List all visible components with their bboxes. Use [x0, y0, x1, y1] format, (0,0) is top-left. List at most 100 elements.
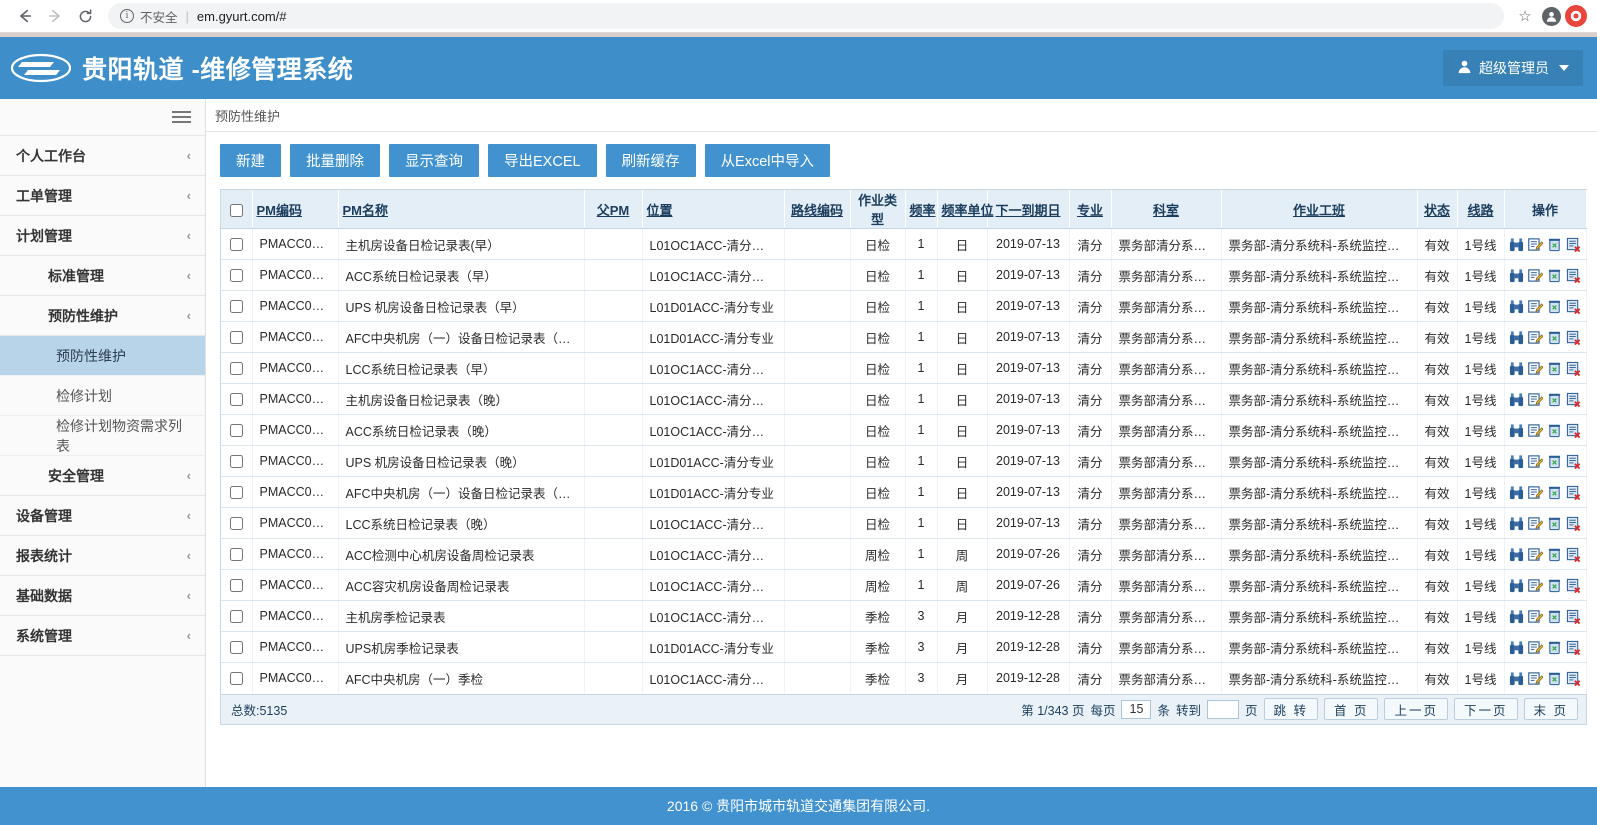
view-binoculars-icon[interactable]: [1509, 454, 1524, 469]
sidebar-item-9[interactable]: 设备管理 ‹: [0, 496, 205, 536]
column-header-team[interactable]: 作业工班: [1221, 190, 1418, 229]
column-header-pm_name[interactable]: PM名称: [338, 190, 585, 229]
remove-record-icon[interactable]: [1566, 578, 1581, 593]
row-select-checkbox[interactable]: [229, 238, 243, 252]
prev-page-button[interactable]: 上一页: [1384, 698, 1448, 720]
remove-record-icon[interactable]: [1566, 547, 1581, 562]
view-binoculars-icon[interactable]: [1509, 640, 1524, 655]
column-header-due_date[interactable]: 下一到期日: [987, 190, 1070, 229]
cell-check[interactable]: [221, 414, 253, 446]
last-page-button[interactable]: 末 页: [1523, 698, 1578, 720]
forward-arrow-icon[interactable]: [40, 2, 70, 30]
back-arrow-icon[interactable]: [10, 2, 40, 30]
row-select-checkbox[interactable]: [229, 362, 243, 376]
column-header-line_code[interactable]: 路线编码: [784, 190, 851, 229]
table-row[interactable]: PMACC0014 UPS机房季检记录表 L01D01ACC-清分专业 季检 3 月 201…: [221, 631, 1587, 663]
table-row[interactable]: PMACC0010 LCC系统日检记录表（晚） L01OC1ACC-清分专业 日检 1 日…: [221, 507, 1587, 539]
column-header-label[interactable]: PM名称: [343, 203, 389, 218]
edit-form-icon[interactable]: [1528, 547, 1543, 562]
row-select-checkbox[interactable]: [229, 517, 243, 531]
view-binoculars-icon[interactable]: [1509, 423, 1524, 438]
view-binoculars-icon[interactable]: [1509, 578, 1524, 593]
column-header-label[interactable]: 频率: [910, 203, 936, 218]
select-all-checkbox[interactable]: [229, 203, 243, 217]
table-row[interactable]: PMACC0006 主机房设备日检记录表（晚） L01OC1ACC-清分专业 日检 1 日…: [221, 383, 1587, 415]
sidebar-item-10[interactable]: 报表统计 ‹: [0, 536, 205, 576]
sidebar-item-7[interactable]: 检修计划物资需求列表: [0, 416, 205, 456]
cell-check[interactable]: [221, 631, 253, 663]
row-select-checkbox[interactable]: [229, 579, 243, 593]
edit-form-icon[interactable]: [1528, 516, 1543, 531]
remove-record-icon[interactable]: [1566, 454, 1581, 469]
column-header-label[interactable]: 频率单位: [942, 203, 994, 218]
remove-record-icon[interactable]: [1566, 268, 1581, 283]
row-select-checkbox[interactable]: [229, 393, 243, 407]
delete-trash-icon[interactable]: [1547, 237, 1562, 252]
view-binoculars-icon[interactable]: [1509, 516, 1524, 531]
cell-check[interactable]: [221, 507, 253, 539]
view-binoculars-icon[interactable]: [1509, 609, 1524, 624]
delete-trash-icon[interactable]: [1547, 485, 1562, 500]
sidebar-item-3[interactable]: 标准管理 ‹: [0, 256, 205, 296]
delete-trash-icon[interactable]: [1547, 671, 1562, 686]
sidebar-item-0[interactable]: 个人工作台 ‹: [0, 136, 205, 176]
sidebar-collapse-button[interactable]: [0, 99, 205, 136]
profile-avatar-icon[interactable]: [1542, 6, 1561, 26]
column-header-freq_unit[interactable]: 频率单位: [937, 190, 994, 229]
remove-record-icon[interactable]: [1566, 516, 1581, 531]
edit-form-icon[interactable]: [1528, 454, 1543, 469]
column-header-freq[interactable]: 频率: [905, 190, 938, 229]
row-select-checkbox[interactable]: [229, 424, 243, 438]
remove-record-icon[interactable]: [1566, 423, 1581, 438]
sidebar-item-11[interactable]: 基础数据 ‹: [0, 576, 205, 616]
toolbar-button-5[interactable]: 从Excel中导入: [704, 144, 831, 177]
sidebar-item-6[interactable]: 检修计划: [0, 376, 205, 416]
cell-check[interactable]: [221, 445, 253, 477]
edit-form-icon[interactable]: [1528, 578, 1543, 593]
column-header-label[interactable]: 专业: [1077, 203, 1103, 218]
edit-form-icon[interactable]: [1528, 609, 1543, 624]
column-header-label[interactable]: 下一到期日: [995, 203, 1060, 218]
row-select-checkbox[interactable]: [229, 269, 243, 283]
sidebar-item-2[interactable]: 计划管理 ‹: [0, 216, 205, 256]
table-row[interactable]: PMACC0001 主机房设备日检记录表(早） L01OC1ACC-清分专业 日检 1 日…: [221, 228, 1587, 260]
column-header-label[interactable]: 父PM: [597, 203, 630, 218]
table-row[interactable]: PMACC0011 ACC检测中心机房设备周检记录表 L01OC1ACC-清分专业 周…: [221, 538, 1587, 570]
column-header-label[interactable]: 状态: [1424, 203, 1450, 218]
cell-check[interactable]: [221, 290, 253, 322]
table-row[interactable]: PMACC0005 LCC系统日检记录表（早） L01OC1ACC-清分专业 日检 1 日…: [221, 352, 1587, 384]
address-bar[interactable]: i 不安全 | em.gyurt.com/#: [108, 3, 1504, 29]
next-page-button[interactable]: 下一页: [1454, 698, 1518, 720]
delete-trash-icon[interactable]: [1547, 330, 1562, 345]
column-header-parent_pm[interactable]: 父PM: [584, 190, 643, 229]
view-binoculars-icon[interactable]: [1509, 330, 1524, 345]
delete-trash-icon[interactable]: [1547, 454, 1562, 469]
table-row[interactable]: PMACC0012 ACC容灾机房设备周检记录表 L01OC1ACC-清分专业 周检 1…: [221, 569, 1587, 601]
cell-check[interactable]: [221, 662, 253, 694]
view-binoculars-icon[interactable]: [1509, 392, 1524, 407]
sidebar-item-8[interactable]: 安全管理 ‹: [0, 456, 205, 496]
column-header-dept[interactable]: 科室: [1111, 190, 1222, 229]
toolbar-button-0[interactable]: 新建: [220, 144, 281, 177]
cell-check[interactable]: [221, 600, 253, 632]
column-header-label[interactable]: 位置: [647, 203, 673, 218]
first-page-button[interactable]: 首 页: [1324, 698, 1379, 720]
delete-trash-icon[interactable]: [1547, 361, 1562, 376]
delete-trash-icon[interactable]: [1547, 547, 1562, 562]
row-select-checkbox[interactable]: [229, 672, 243, 686]
view-binoculars-icon[interactable]: [1509, 361, 1524, 376]
table-row[interactable]: PMACC0009 AFC中央机房（一）设备日检记录表（晚） L01D01ACC-清…: [221, 476, 1587, 508]
remove-record-icon[interactable]: [1566, 671, 1581, 686]
delete-trash-icon[interactable]: [1547, 299, 1562, 314]
remove-record-icon[interactable]: [1566, 361, 1581, 376]
remove-record-icon[interactable]: [1566, 299, 1581, 314]
row-select-checkbox[interactable]: [229, 486, 243, 500]
user-menu[interactable]: 超级管理员: [1443, 50, 1583, 86]
column-header-label[interactable]: 路线编码: [791, 203, 843, 218]
toolbar-button-4[interactable]: 刷新缓存: [605, 144, 696, 177]
bookmark-star-icon[interactable]: ☆: [1512, 7, 1538, 25]
remove-record-icon[interactable]: [1566, 485, 1581, 500]
table-row[interactable]: PMACC0013 主机房季检记录表 L01OC1ACC-清分专业 季检 3 月 2019-…: [221, 600, 1587, 632]
table-row[interactable]: PMACC0015 AFC中央机房（一）季检 L01OC1ACC-清分专业 季检 3 月 2…: [221, 662, 1587, 694]
sidebar-item-12[interactable]: 系统管理 ‹: [0, 616, 205, 656]
